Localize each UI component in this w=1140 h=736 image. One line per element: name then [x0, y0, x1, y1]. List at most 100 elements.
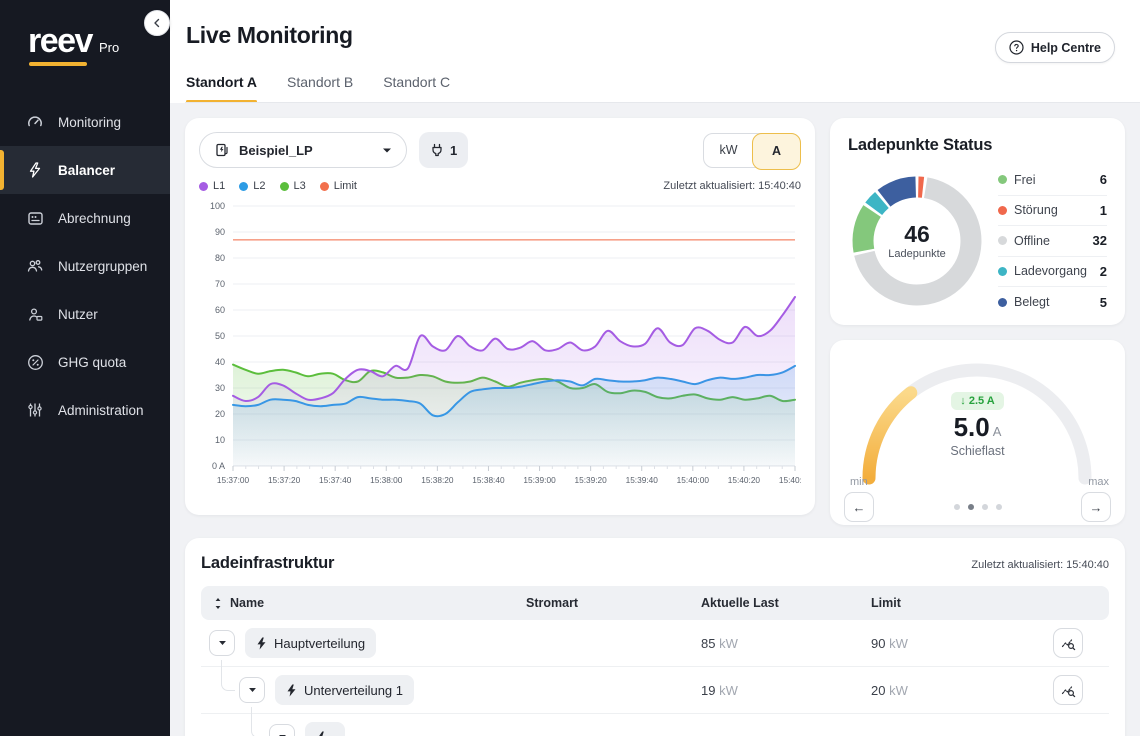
- live-chart-card: Beispiel_LP 1 kW A L1 L2 L3 Limit Zuletz…: [185, 118, 815, 515]
- gauge-delta-badge: ↓ 2.5 A: [951, 392, 1004, 410]
- svg-text:40: 40: [215, 357, 225, 367]
- limit-cell: 20 kW: [871, 683, 1053, 698]
- legend-item-l1[interactable]: L1: [199, 180, 225, 192]
- svg-text:20: 20: [215, 409, 225, 419]
- sidebar: reev Pro Monitoring Balancer Abrechnung …: [0, 0, 170, 736]
- limit-unit: kW: [889, 682, 908, 698]
- svg-text:100: 100: [210, 201, 225, 211]
- status-label: Ladevorgang: [1014, 264, 1087, 279]
- expand-row-button[interactable]: [209, 630, 235, 656]
- legend-label: L2: [253, 180, 266, 192]
- user-icon: [26, 305, 44, 323]
- sliders-icon: [26, 401, 44, 419]
- logo-suffix: Pro: [98, 40, 120, 55]
- sort-icon: [215, 597, 221, 609]
- gauge-value-number: 5.0: [953, 412, 990, 442]
- svg-text:15:40:20: 15:40:20: [728, 475, 761, 485]
- status-dot: [998, 205, 1007, 215]
- help-centre-button[interactable]: Help Centre: [994, 32, 1115, 63]
- sidebar-collapse-button[interactable]: [144, 10, 170, 36]
- chart-last-updated: Zuletzt aktualisiert: 15:40:40: [663, 180, 801, 192]
- status-legend-row-frei: Frei 6: [998, 165, 1107, 196]
- page-title: Live Monitoring: [186, 22, 353, 48]
- gauge-label: Schieflast: [950, 444, 1005, 458]
- svg-text:80: 80: [215, 253, 225, 263]
- legend-item-limit[interactable]: Limit: [319, 180, 357, 192]
- svg-text:15:39:40: 15:39:40: [626, 475, 659, 485]
- legend-item-l3[interactable]: L3: [279, 180, 306, 192]
- limit-cell: 90 kW: [871, 636, 1053, 651]
- help-icon: [1009, 40, 1024, 55]
- expand-row-button[interactable]: [239, 677, 265, 703]
- sidebar-item-nutzer[interactable]: Nutzer: [0, 290, 170, 338]
- gauge-value: 5.0 A: [954, 414, 1002, 440]
- table-title-row: Ladeinfrastruktur Zuletzt aktualisiert: …: [201, 554, 1109, 573]
- sidebar-item-abrechnung[interactable]: Abrechnung: [0, 194, 170, 242]
- table-row-unterverteilung-1: Unterverteilung 1 19 kW 20 kW: [201, 667, 1109, 714]
- name-cell: Hauptverteilung: [201, 628, 526, 658]
- users-group-icon: [26, 257, 44, 275]
- logo-underline: [29, 62, 87, 66]
- tree-connector: [221, 660, 235, 691]
- sidebar-item-nutzergruppen[interactable]: Nutzergruppen: [0, 242, 170, 290]
- node-chip[interactable]: Hauptverteilung: [245, 628, 377, 658]
- table-header: Name Stromart Aktuelle Last Limit: [201, 586, 1109, 620]
- bolt-icon: [318, 731, 326, 736]
- chart-zoom-button[interactable]: [1053, 675, 1083, 705]
- legend-dot-limit: [319, 181, 329, 191]
- chart-zoom-icon: [1061, 638, 1075, 650]
- tab-standort-c[interactable]: Standort C: [383, 74, 450, 102]
- table-last-updated: Zuletzt aktualisiert: 15:40:40: [971, 559, 1109, 571]
- status-value: 2: [1099, 263, 1107, 279]
- carousel-dot-3[interactable]: [995, 504, 1002, 510]
- table-row-partial: [201, 714, 1109, 736]
- chart-zoom-button[interactable]: [1053, 628, 1083, 658]
- status-value: 6: [1099, 172, 1107, 188]
- carousel-dot-1[interactable]: [967, 504, 974, 510]
- svg-text:15:40:40: 15:40:40: [779, 475, 801, 485]
- sidebar-item-administration[interactable]: Administration: [0, 386, 170, 434]
- tabs-divider: [185, 102, 1140, 103]
- donut-center-value: 46: [904, 220, 930, 247]
- carousel-dot-2[interactable]: [981, 504, 988, 510]
- tab-standort-b[interactable]: Standort B: [287, 74, 353, 102]
- unit-toggle-kw[interactable]: kW: [704, 134, 753, 167]
- plug-filter-chip[interactable]: 1: [419, 132, 469, 168]
- gauge-wrap: ↓ 2.5 A 5.0 A Schieflast min max: [844, 354, 1111, 488]
- caret-down-icon: [248, 688, 256, 692]
- aktuelle-last-cell: 19 kW: [701, 683, 871, 698]
- sidebar-item-monitoring[interactable]: Monitoring: [0, 98, 170, 146]
- sidebar-item-balancer[interactable]: Balancer: [0, 146, 170, 194]
- bolt-icon: [257, 637, 266, 649]
- limit-unit: kW: [889, 635, 908, 651]
- tab-standort-a[interactable]: Standort A: [186, 74, 258, 103]
- chart-zoom-icon: [1061, 685, 1075, 697]
- node-name: Unterverteilung 1: [304, 682, 403, 698]
- status-legend-row-belegt: Belegt 5: [998, 287, 1107, 318]
- expand-row-button[interactable]: [269, 724, 295, 736]
- gauge-footer: ← →: [844, 492, 1111, 522]
- node-chip[interactable]: Unterverteilung 1: [275, 675, 414, 705]
- bolt-icon: [26, 161, 44, 179]
- sidebar-item-ghg-quota[interactable]: GHG quota: [0, 338, 170, 386]
- carousel-dot-0[interactable]: [953, 504, 960, 510]
- status-legend: Frei 6 Störung 1 Offline 32 Ladevorgang 2 Be…: [998, 165, 1107, 318]
- help-centre-label: Help Centre: [1030, 40, 1101, 55]
- carousel-next-button[interactable]: →: [1081, 492, 1111, 522]
- legend-item-l2[interactable]: L2: [239, 180, 266, 192]
- gauge-max-label: max: [1088, 476, 1109, 488]
- status-legend-row-ladevorgang: Ladevorgang 2: [998, 257, 1107, 287]
- status-value: 5: [1099, 294, 1107, 310]
- actions-cell: [1053, 675, 1109, 705]
- svg-text:60: 60: [215, 305, 225, 315]
- last-value: 19: [701, 682, 716, 698]
- loadpoint-select[interactable]: Beispiel_LP: [199, 132, 407, 168]
- unit-toggle-a[interactable]: A: [752, 132, 801, 170]
- carousel-prev-button[interactable]: ←: [844, 492, 874, 522]
- last-unit: kW: [719, 635, 738, 651]
- sidebar-nav: Monitoring Balancer Abrechnung Nutzergru…: [0, 98, 170, 434]
- node-chip[interactable]: [305, 722, 345, 736]
- ladepunkte-status-card: Ladepunkte Status 46 Ladepunkte Frei 6 St…: [830, 118, 1125, 325]
- arrow-right-icon: →: [1089, 499, 1103, 515]
- column-header-name[interactable]: Name: [201, 596, 526, 610]
